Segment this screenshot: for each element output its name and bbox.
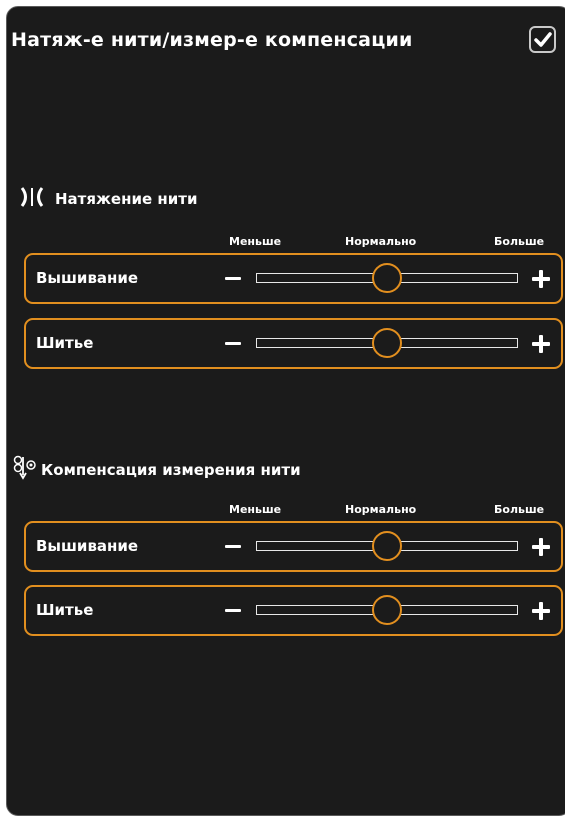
decrease-button[interactable] [225, 277, 241, 280]
scale-mid-label: Нормально [345, 503, 417, 516]
slider-thumb[interactable] [372, 263, 402, 293]
portioning-sewing-row: Шитье [24, 585, 563, 636]
scale-high-label: Больше [494, 235, 545, 248]
scale-low-label: Меньше [229, 503, 282, 516]
tension-embroidery-row: Вышивание [24, 253, 563, 304]
increase-button[interactable] [532, 602, 550, 620]
decrease-button[interactable] [225, 609, 241, 612]
tension-sewing-row: Шитье [24, 318, 563, 369]
slider-thumb[interactable] [372, 595, 402, 625]
decrease-button[interactable] [225, 342, 241, 345]
portioning-embroidery-row: Вышивание [24, 521, 563, 572]
page-title: Натяж-е нити/измер-е компенсации [11, 29, 413, 51]
slider-thumb[interactable] [372, 328, 402, 358]
portioning-section-label: Компенсация измерения нити [41, 461, 301, 479]
tension-section-title: Натяжение нити [19, 186, 197, 212]
checkmark-icon [533, 31, 552, 47]
decrease-button[interactable] [225, 545, 241, 548]
increase-button[interactable] [532, 270, 550, 288]
increase-button[interactable] [532, 538, 550, 556]
scale-high-label: Больше [494, 503, 545, 516]
thread-tension-icon [19, 186, 49, 212]
row-label: Вышивание [36, 537, 139, 555]
scale-low-label: Меньше [229, 235, 282, 248]
portioning-section-title: Компенсация измерения нити [12, 455, 301, 485]
portioning-scale-labels: Меньше Нормально Больше [7, 503, 565, 517]
tension-section-label: Натяжение нити [55, 190, 198, 208]
tension-scale-labels: Меньше Нормально Больше [7, 235, 565, 249]
row-label: Вышивание [36, 269, 139, 287]
increase-button[interactable] [532, 335, 550, 353]
confirm-button[interactable] [529, 26, 556, 53]
row-label: Шитье [36, 601, 94, 619]
row-label: Шитье [36, 334, 94, 352]
scale-mid-label: Нормально [345, 235, 417, 248]
settings-panel: Натяж-е нити/измер-е компенсации Натяжен… [6, 6, 565, 816]
slider-thumb[interactable] [372, 531, 402, 561]
thread-portioning-icon [12, 455, 38, 485]
